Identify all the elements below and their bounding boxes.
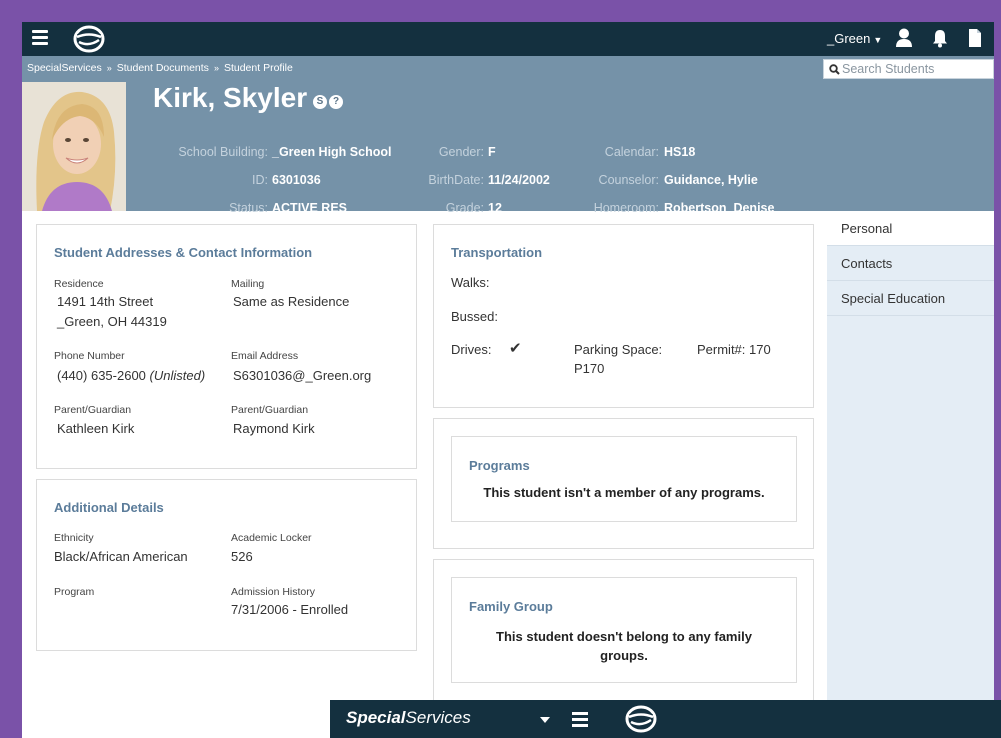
program-label: Program bbox=[54, 586, 95, 598]
user-name: _Green bbox=[827, 31, 871, 46]
counselor-label: Counselor: bbox=[598, 173, 659, 187]
bussed-label: Bussed: bbox=[451, 309, 498, 324]
parking-space-value: P170 bbox=[574, 361, 605, 376]
family-group-message-line1: This student doesn't belong to any famil… bbox=[496, 629, 752, 644]
id-label: ID: bbox=[252, 173, 268, 187]
programs-card: Programs This student isn't a member of … bbox=[433, 418, 814, 549]
sidenav-item-contacts[interactable]: Contacts bbox=[827, 246, 994, 281]
additional-details-card: Additional Details Ethnicity Black/Afric… bbox=[36, 479, 417, 651]
residence-line1: 1491 14th Street bbox=[57, 294, 154, 309]
breadcrumb-specialservices[interactable]: SpecialServices bbox=[27, 62, 102, 74]
user-menu[interactable]: _Green ▼ bbox=[827, 31, 882, 46]
search-icon bbox=[829, 64, 840, 75]
residence-label: Residence bbox=[54, 278, 104, 290]
badge-help[interactable]: ? bbox=[329, 95, 343, 109]
transportation-card: Transportation Walks: Bussed: Drives: ✔ … bbox=[433, 224, 814, 408]
side-nav: Personal Contacts Special Education bbox=[827, 211, 994, 738]
family-group-message: This student doesn't belong to any famil… bbox=[452, 627, 796, 665]
parking-space-label: Parking Space: bbox=[574, 342, 663, 357]
guardian1-value: Kathleen Kirk bbox=[57, 421, 135, 436]
addresses-title: Student Addresses & Contact Information bbox=[54, 245, 313, 260]
mailing-value: Same as Residence bbox=[233, 294, 350, 309]
walks-label: Walks: bbox=[451, 275, 490, 290]
bell-icon[interactable] bbox=[931, 28, 949, 48]
email-label: Email Address bbox=[231, 350, 299, 362]
homeroom-label: Homeroom: bbox=[593, 201, 659, 215]
admission-value: 7/31/2006 - Enrolled bbox=[231, 602, 349, 617]
family-group-title: Family Group bbox=[469, 599, 553, 614]
ethnicity-label: Ethnicity bbox=[54, 532, 94, 544]
status-value: ACTIVE RES bbox=[272, 201, 348, 215]
app-window: _Green ▼ SpecialServices» Student Document… bbox=[22, 22, 994, 738]
residence-line2: _Green, OH 44319 bbox=[57, 314, 167, 329]
check-icon: ✔ bbox=[509, 340, 522, 357]
menu-icon[interactable] bbox=[572, 712, 588, 727]
search-box bbox=[823, 59, 994, 79]
id-value: 6301036 bbox=[272, 173, 321, 187]
birthdate-label: BirthDate: bbox=[428, 173, 484, 187]
caret-down-icon: ▼ bbox=[873, 35, 883, 45]
sidenav-item-special-education[interactable]: Special Education bbox=[827, 281, 994, 316]
guardian2-label: Parent/Guardian bbox=[231, 404, 309, 416]
brand-wordmark[interactable]: SpecialServices bbox=[346, 708, 471, 728]
menu-icon[interactable] bbox=[32, 30, 48, 45]
birthdate-value: 11/24/2002 bbox=[488, 173, 550, 187]
breadcrumb-student-profile[interactable]: Student Profile bbox=[224, 62, 293, 74]
family-group-message-line2: groups. bbox=[600, 648, 648, 663]
calendar-label: Calendar: bbox=[604, 145, 659, 159]
locker-label: Academic Locker bbox=[231, 532, 312, 544]
phone-number: (440) 635-2600 bbox=[57, 368, 146, 383]
gender-value: F bbox=[488, 145, 496, 159]
sidenav-item-personal[interactable]: Personal bbox=[827, 211, 994, 246]
programs-inner: Programs This student isn't a member of … bbox=[451, 436, 797, 522]
details-title: Additional Details bbox=[54, 500, 164, 515]
locker-value: 526 bbox=[231, 549, 253, 564]
phone-note: (Unlisted) bbox=[149, 368, 206, 383]
drives-label: Drives: bbox=[451, 342, 492, 357]
family-group-inner: Family Group This student doesn't belong… bbox=[451, 577, 797, 683]
programs-title: Programs bbox=[469, 458, 530, 473]
badge-s[interactable]: S bbox=[313, 95, 327, 109]
grade-value: 12 bbox=[488, 201, 502, 215]
user-icon[interactable] bbox=[895, 28, 913, 48]
caret-down-icon[interactable] bbox=[539, 716, 551, 724]
email-value: S6301036@_Green.org bbox=[233, 368, 372, 383]
breadcrumb-student-documents[interactable]: Student Documents bbox=[117, 62, 209, 74]
top-navbar: _Green ▼ bbox=[22, 22, 994, 56]
calendar-value: HS18 bbox=[664, 145, 696, 159]
addresses-card: Student Addresses & Contact Information … bbox=[36, 224, 417, 469]
mailing-label: Mailing bbox=[231, 278, 265, 290]
brand-rest: Services bbox=[405, 708, 471, 727]
student-name: Kirk, Skyler bbox=[153, 82, 308, 113]
programs-message: This student isn't a member of any progr… bbox=[483, 485, 765, 500]
grade-label: Grade: bbox=[445, 201, 484, 215]
homeroom-value: Robertson_Denise bbox=[664, 201, 775, 215]
search-input[interactable] bbox=[842, 61, 990, 77]
phone-value: (440) 635-2600 (Unlisted) bbox=[57, 366, 205, 385]
gender-label: Gender: bbox=[438, 145, 484, 159]
logo-icon[interactable] bbox=[624, 705, 658, 733]
breadcrumb: SpecialServices» Student Documents» Studen… bbox=[27, 62, 293, 74]
brand-bold: Special bbox=[346, 708, 406, 727]
document-icon[interactable] bbox=[966, 28, 984, 48]
status-label: Status: bbox=[229, 201, 268, 215]
school-building-label: School Building: bbox=[178, 145, 268, 159]
guardian2-value: Raymond Kirk bbox=[233, 421, 315, 436]
phone-label: Phone Number bbox=[54, 350, 125, 362]
bottom-app-bar: SpecialServices bbox=[330, 700, 1001, 738]
ethnicity-value: Black/African American bbox=[54, 549, 188, 564]
logo-icon[interactable] bbox=[72, 25, 106, 53]
admission-label: Admission History bbox=[231, 586, 316, 598]
guardian1-label: Parent/Guardian bbox=[54, 404, 132, 416]
transportation-title: Transportation bbox=[451, 245, 543, 260]
student-photo bbox=[22, 82, 126, 211]
school-building-value: _Green High School bbox=[272, 145, 392, 159]
counselor-value: Guidance, Hylie bbox=[664, 173, 758, 187]
student-header: SpecialServices» Student Documents» Studen… bbox=[22, 56, 994, 215]
permit-value: Permit#: 170 bbox=[697, 342, 771, 357]
